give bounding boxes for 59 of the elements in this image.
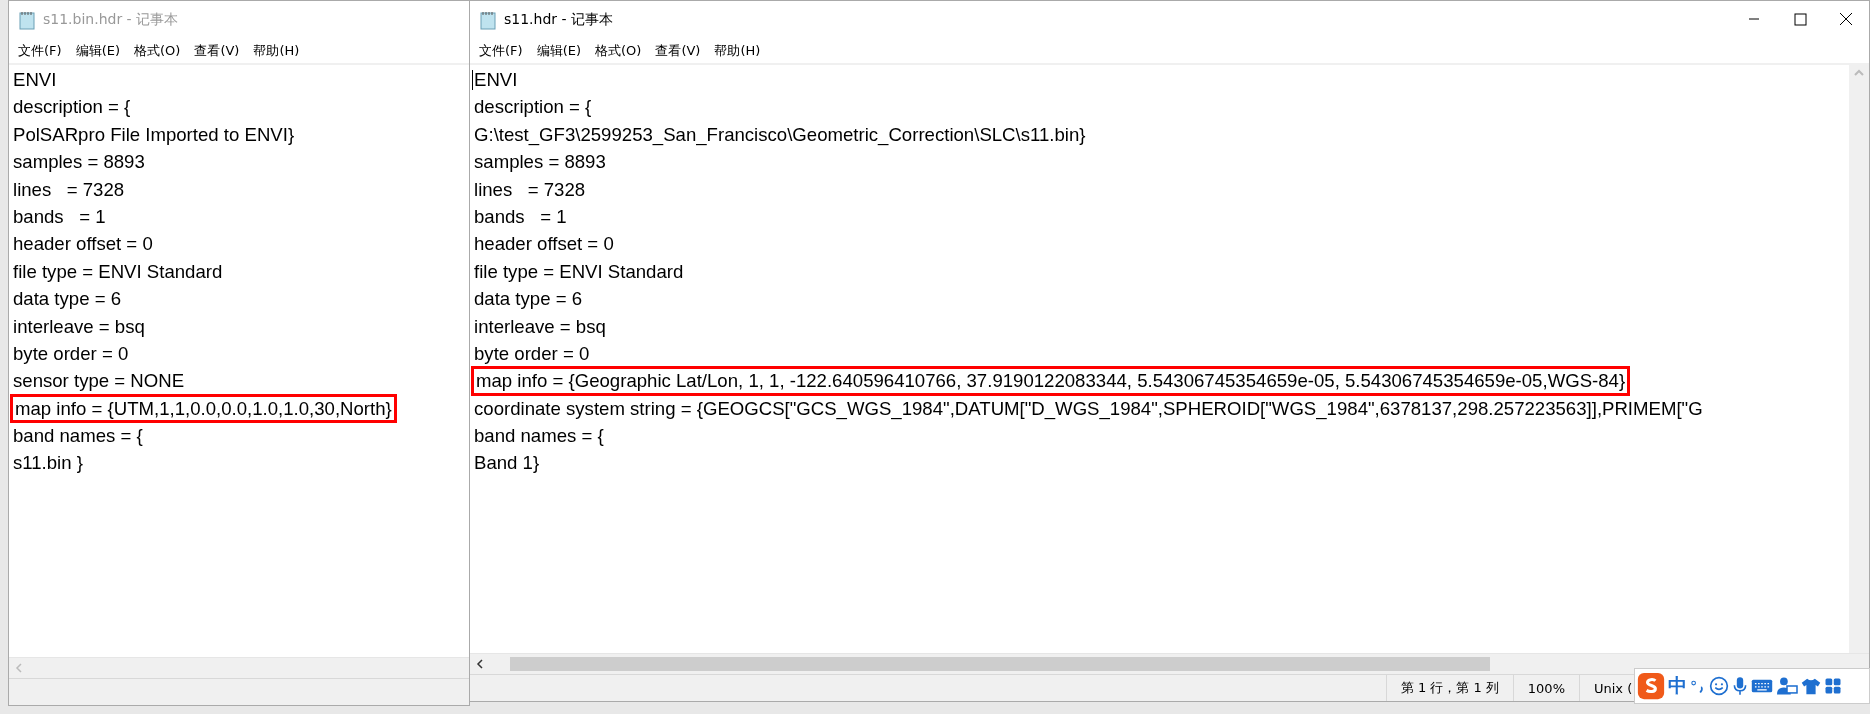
text-line: band names = {	[473, 424, 605, 449]
vertical-scrollbar[interactable]	[1849, 65, 1869, 653]
text-line: file type = ENVI Standard	[473, 259, 685, 284]
smiley-icon[interactable]	[1709, 676, 1729, 696]
ime-logo-icon[interactable]	[1637, 672, 1665, 700]
text-line: samples = 8893	[12, 150, 146, 175]
menu-item[interactable]: 格式(O)	[127, 42, 188, 60]
text-line: bands = 1	[12, 204, 107, 229]
menu-item[interactable]: 帮助(H)	[707, 42, 768, 60]
text-line: ENVI	[12, 68, 58, 92]
text-line: description = {	[12, 95, 132, 120]
menu-item[interactable]: 格式(O)	[588, 42, 649, 60]
text-line: PolSARpro File Imported to ENVI}	[12, 122, 296, 147]
menu-item[interactable]: 文件(F)	[11, 42, 69, 60]
user-icon[interactable]	[1776, 676, 1798, 696]
menu-item[interactable]: 查看(V)	[648, 42, 708, 60]
text-line: file type = ENVI Standard	[12, 259, 224, 284]
menu-item[interactable]: 查看(V)	[187, 42, 247, 60]
text-line: data type = 6	[473, 287, 584, 312]
scrollbar-thumb[interactable]	[510, 657, 1490, 671]
notepad-icon	[17, 10, 37, 30]
text-line: band names = {	[12, 424, 144, 449]
horizontal-scrollbar[interactable]	[470, 653, 1869, 674]
horizontal-scrollbar[interactable]	[9, 657, 469, 678]
text-line: description = {	[473, 95, 593, 120]
shirt-icon[interactable]	[1801, 676, 1821, 696]
text-line: interleave = bsq	[12, 314, 146, 339]
text-line: samples = 8893	[473, 150, 607, 175]
text-line: G:\test_GF3\2599253_San_Francisco\Geometric_Correction\SLC\s11.bin}	[473, 122, 1087, 148]
keyboard-icon[interactable]	[1751, 677, 1773, 695]
text-line: byte order = 0	[473, 341, 591, 366]
menu-item[interactable]: 文件(F)	[472, 42, 530, 60]
text-line: interleave = bsq	[473, 314, 607, 339]
text-line: sensor type = NONE	[12, 369, 186, 394]
window-title: s11.bin.hdr - 记事本	[43, 11, 179, 29]
text-line: lines = 7328	[12, 177, 126, 202]
window-title: s11.hdr - 记事本	[504, 11, 614, 29]
text-line: s11.bin }	[12, 451, 84, 476]
highlighted-text-line: map info = {UTM,1,1,0.0,0.0,1.0,1.0,30,North}	[11, 394, 396, 423]
text-line: coordinate system string = {GEOGCS["GCS_WGS_1984",DATUM["D_WGS_1984",SPHEROID["WGS_1984",6378137,298.257223563]],PRIMEM["G	[473, 396, 1704, 422]
text-line: data type = 6	[12, 287, 123, 312]
text-line: bands = 1	[473, 204, 568, 229]
text-line: header offset = 0	[473, 232, 615, 257]
highlighted-text-line: map info = {Geographic Lat/Lon, 1, 1, -122.640596410766, 37.9190122083344, 5.54306745354659e-05, 5.54306745354659e-05,WGS-84}	[472, 367, 1630, 395]
text-line: byte order = 0	[12, 341, 130, 366]
notepad-icon	[478, 10, 498, 30]
text-line: ENVI	[472, 68, 519, 92]
menu-item[interactable]: 帮助(H)	[246, 42, 307, 60]
text-line: Band 1}	[473, 451, 541, 476]
menu-item[interactable]: 编辑(E)	[529, 42, 588, 60]
status-text: 100%	[1512, 675, 1579, 701]
microphone-icon[interactable]	[1732, 675, 1748, 697]
text-cursor	[472, 70, 473, 90]
grid-icon[interactable]	[1824, 677, 1842, 695]
menu-item[interactable]: 编辑(E)	[68, 42, 127, 60]
status-text: 第 1 行，第 1 列	[1385, 675, 1513, 701]
text-line: lines = 7328	[473, 177, 587, 202]
input-mode-toggle[interactable]: 中	[1668, 673, 1687, 699]
text-line: header offset = 0	[12, 232, 154, 257]
